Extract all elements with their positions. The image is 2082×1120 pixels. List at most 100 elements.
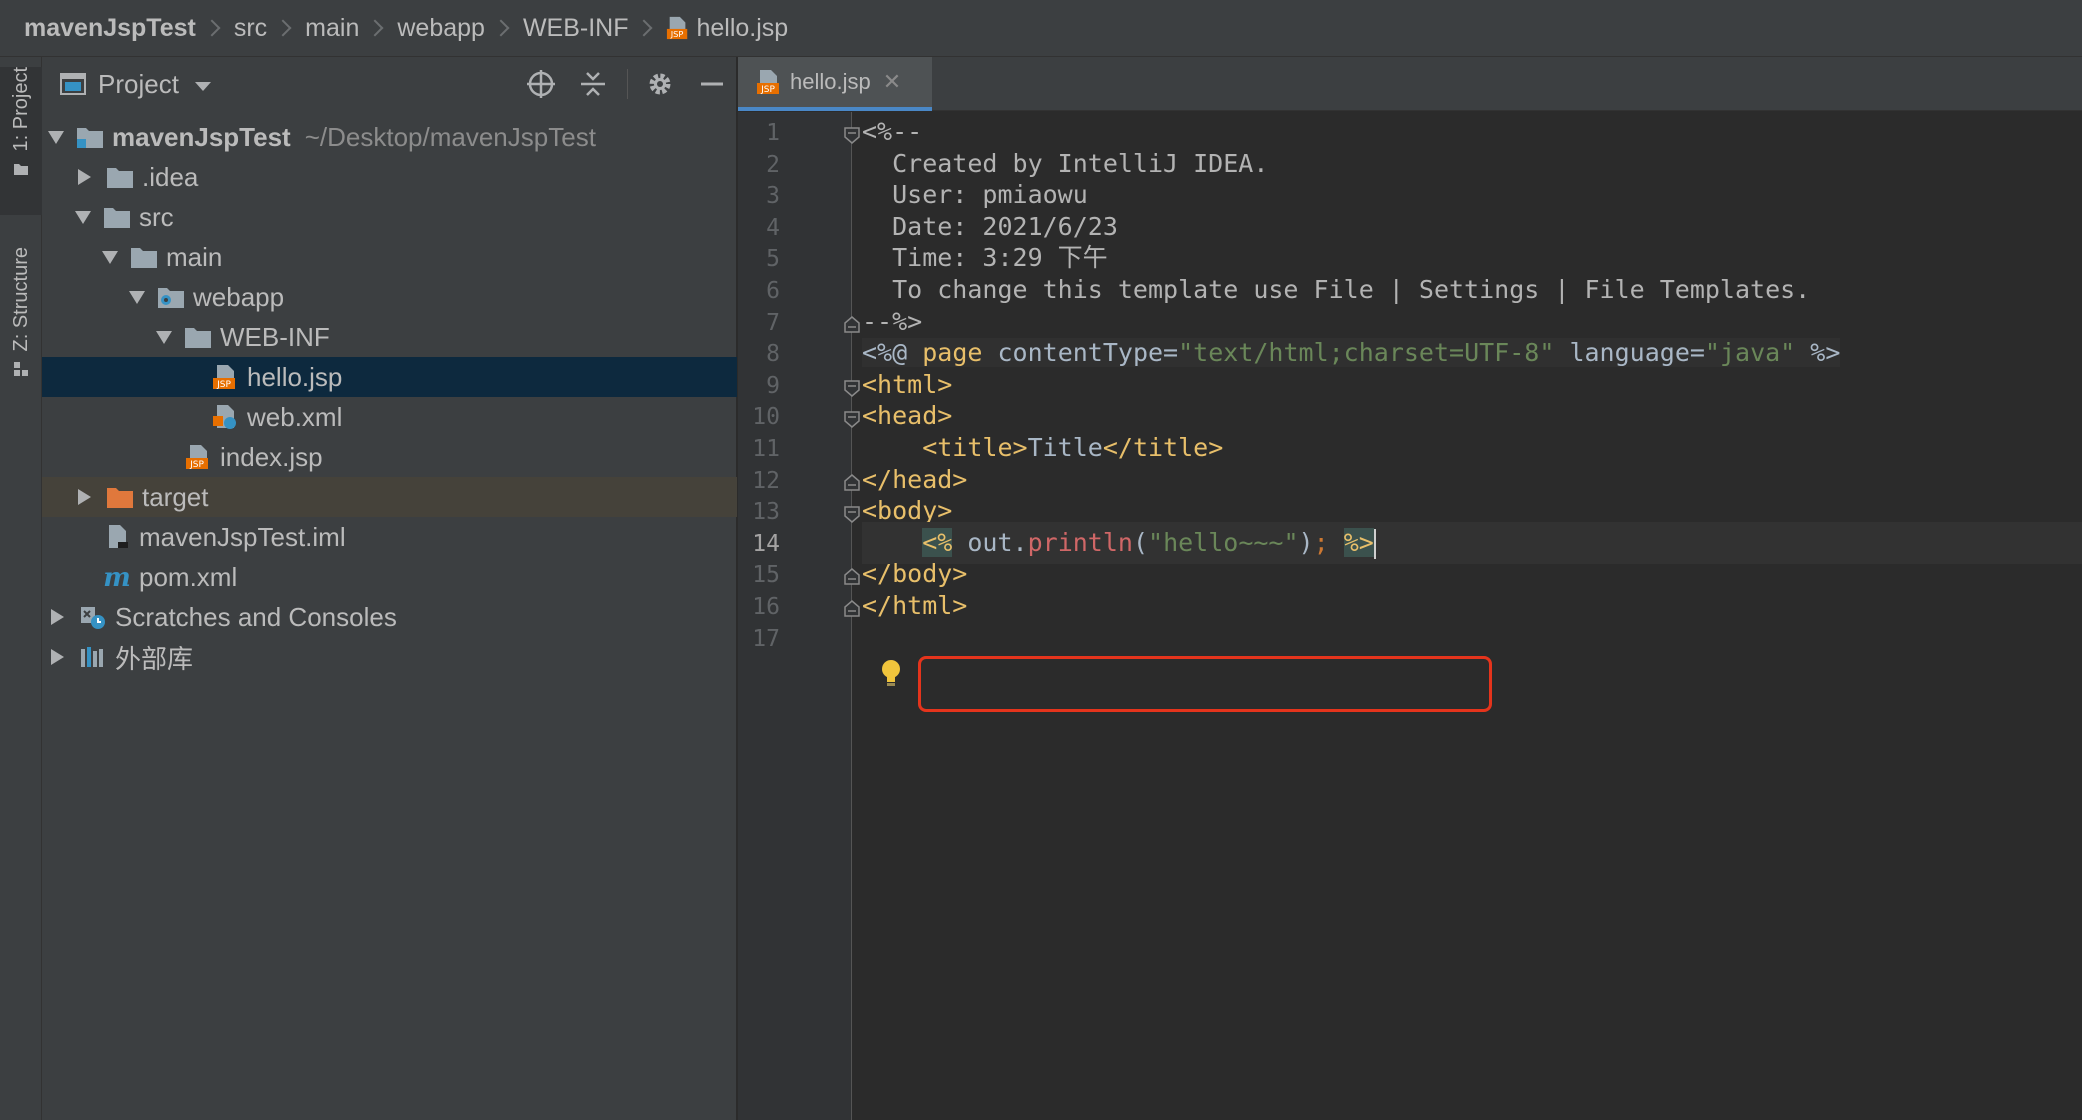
breadcrumb-item[interactable]: JSP hello.jsp <box>666 14 788 43</box>
tree-item[interactable]: JSP hello.jsp <box>42 357 737 397</box>
tool-tab-project[interactable]: 1: Project <box>0 67 42 215</box>
tree-item-label: main <box>166 241 223 272</box>
expand-down-icon[interactable] <box>129 290 145 304</box>
tree-item[interactable]: Scratches and Consoles <box>42 597 737 637</box>
tree-item[interactable]: mavenJspTest ~/Desktop/mavenJspTest <box>42 117 737 157</box>
libraries-icon <box>79 644 107 670</box>
collapse-all-button[interactable] <box>573 64 613 104</box>
breadcrumb-label: main <box>305 13 360 42</box>
folder-icon <box>106 164 134 190</box>
svg-text:JSP: JSP <box>216 380 231 390</box>
jsp-file-icon: JSP <box>757 70 779 95</box>
tree-item[interactable]: src <box>42 197 737 237</box>
jsp-file-icon: JSP <box>667 16 688 39</box>
breadcrumb-item[interactable]: main <box>305 14 359 43</box>
tree-item[interactable]: 外部库 <box>42 637 737 677</box>
tab-hello-jsp[interactable]: JSP hello.jsp ✕ <box>738 57 932 111</box>
tree-item-label: target <box>142 481 209 512</box>
tree-item[interactable]: WEB-INF <box>42 317 737 357</box>
tree-item[interactable]: web.xml <box>42 397 737 437</box>
svg-text:m: m <box>103 564 131 590</box>
tree-item[interactable]: target <box>42 477 737 517</box>
tab-label: hello.jsp <box>790 69 871 94</box>
line-number: 9 <box>766 372 780 399</box>
folder-icon <box>184 324 212 350</box>
project-panel-header: Project <box>42 57 736 111</box>
tree-item[interactable]: JSP index.jsp <box>42 437 737 477</box>
expand-right-icon[interactable] <box>78 169 91 185</box>
jsp-file-icon: JSP <box>184 444 212 470</box>
tree-item[interactable]: main <box>42 237 737 277</box>
expand-right-icon[interactable] <box>51 649 64 665</box>
breadcrumb-item[interactable]: mavenJspTest <box>24 14 196 43</box>
tree-item-label: mavenJspTest.iml <box>139 521 346 552</box>
close-icon[interactable]: ✕ <box>883 69 901 95</box>
tree-item-label: hello.jsp <box>247 361 343 392</box>
breadcrumb-item[interactable]: webapp <box>397 14 485 43</box>
iml-file-icon <box>103 524 131 550</box>
lightbulb-icon[interactable] <box>880 659 902 689</box>
code-editor[interactable]: 1 2 3 4 5 6 7 8 9 10 11 12 13 14 15 16 17 <%-- Created b… <box>738 112 2082 1120</box>
hide-panel-button[interactable] <box>692 64 732 104</box>
editor-tab-bar: JSP hello.jsp ✕ <box>738 57 2082 111</box>
expand-right-icon[interactable] <box>51 609 64 625</box>
line-number: 17 <box>752 625 780 652</box>
svg-text:JSP: JSP <box>670 29 684 39</box>
tree-item[interactable]: webapp <box>42 277 737 317</box>
breadcrumb-item[interactable]: WEB-INF <box>523 14 629 43</box>
svg-text:JSP: JSP <box>760 85 775 95</box>
breadcrumb-label: webapp <box>397 13 485 42</box>
line-number: 5 <box>766 246 780 273</box>
line-number: 10 <box>752 404 780 431</box>
fold-close-icon[interactable] <box>843 600 861 618</box>
highlight-annotation-box <box>918 656 1492 712</box>
crosshair-icon <box>527 70 555 98</box>
jsp-file-icon: JSP <box>211 364 239 390</box>
expand-down-icon[interactable] <box>102 250 118 264</box>
expand-right-icon[interactable] <box>78 489 91 505</box>
chevron-down-icon[interactable] <box>194 81 211 91</box>
project-view-title[interactable]: Project <box>98 69 179 100</box>
structure-icon <box>14 362 28 377</box>
project-tree: mavenJspTest ~/Desktop/mavenJspTest .idea s… <box>42 117 737 677</box>
locate-button[interactable] <box>521 64 561 104</box>
chevron-right-icon <box>492 19 510 37</box>
tree-item[interactable]: m pom.xml <box>42 557 737 597</box>
tree-item-label: index.jsp <box>220 441 323 472</box>
tree-item[interactable]: .idea <box>42 157 737 197</box>
fold-open-icon[interactable] <box>843 126 861 144</box>
folder-icon <box>14 164 28 176</box>
tree-item[interactable]: mavenJspTest.iml <box>42 517 737 557</box>
fold-close-icon[interactable] <box>843 568 861 586</box>
fold-close-icon[interactable] <box>843 473 861 492</box>
fold-open-icon[interactable] <box>843 379 861 397</box>
fold-open-icon[interactable] <box>843 410 861 429</box>
line-number: 3 <box>766 183 780 210</box>
settings-button[interactable] <box>640 64 680 104</box>
tree-item-label: pom.xml <box>139 561 238 592</box>
line-gutter: 1 2 3 4 5 6 7 8 9 10 11 12 13 14 15 16 17 <box>738 112 852 1120</box>
expand-down-icon[interactable] <box>75 210 91 224</box>
line-number: 7 <box>766 309 780 336</box>
expand-down-icon[interactable] <box>48 130 64 144</box>
tree-item-label: WEB-INF <box>220 321 330 352</box>
project-panel: Project mavenJspTest ~/Desktop/mavenJspTe… <box>42 57 737 1120</box>
fold-open-icon[interactable] <box>843 505 861 524</box>
breadcrumb-item[interactable]: src <box>234 14 267 43</box>
line-number: 11 <box>752 436 780 462</box>
tree-item-label: webapp <box>193 281 285 312</box>
tool-tab-structure[interactable]: Z: Structure <box>0 247 42 417</box>
chevron-right-icon <box>274 19 292 37</box>
minimize-icon <box>701 82 723 86</box>
line-number: 4 <box>766 214 780 241</box>
expand-down-icon[interactable] <box>156 330 172 344</box>
fold-close-icon[interactable] <box>843 315 861 334</box>
tree-item-label: 外部库 <box>115 643 194 674</box>
line-number: 13 <box>752 499 780 526</box>
line-number: 2 <box>766 151 780 178</box>
chevron-right-icon <box>203 19 221 37</box>
tree-item-label: .idea <box>142 161 199 192</box>
